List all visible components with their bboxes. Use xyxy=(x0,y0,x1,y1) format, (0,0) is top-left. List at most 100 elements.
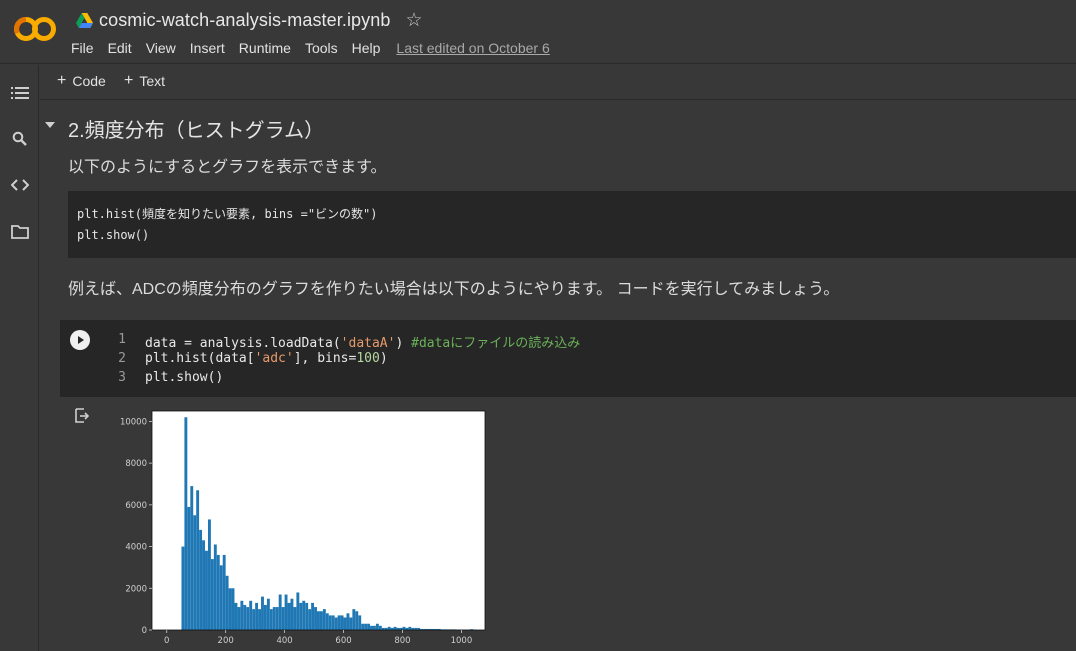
code-line-2[interactable]: plt.hist(data['adc'], bins=100) xyxy=(145,351,388,366)
histogram-bar xyxy=(210,559,214,630)
y-tick-label: 2000 xyxy=(125,584,147,594)
menu-edit[interactable]: Edit xyxy=(108,40,132,56)
line-number: 1 xyxy=(118,332,126,347)
code-number: 100 xyxy=(356,351,380,366)
code-token: ) xyxy=(379,351,388,366)
histogram-bar xyxy=(216,554,220,630)
md-code-line-2: plt.show() xyxy=(77,228,150,242)
histogram-bar xyxy=(278,594,282,630)
add-text-cell-button[interactable]: + Text xyxy=(124,72,165,90)
y-tick-label: 8000 xyxy=(125,459,147,469)
histogram-bar xyxy=(228,588,232,630)
y-tick-label: 4000 xyxy=(125,543,147,553)
histogram-bar xyxy=(261,596,264,630)
last-edited-link[interactable]: Last edited on October 6 xyxy=(396,40,549,56)
menu-tools[interactable]: Tools xyxy=(305,40,338,56)
table-of-contents-icon[interactable] xyxy=(10,83,30,103)
histogram-bar xyxy=(340,615,344,630)
menu-bar: File Edit View Insert Runtime Tools Help… xyxy=(71,39,550,57)
histogram-bar xyxy=(355,611,359,630)
code-cell[interactable]: 1 2 3 data = analysis.loadData('dataA') … xyxy=(60,320,1076,397)
histogram-bar xyxy=(408,626,412,630)
histogram-bar xyxy=(364,623,368,630)
histogram-bar xyxy=(275,607,279,630)
histogram-bar xyxy=(290,598,294,630)
code-token: plt.hist(data[ xyxy=(145,351,255,366)
y-tick-label: 10000 xyxy=(120,417,147,427)
histogram-bar xyxy=(378,625,382,630)
code-string: 'adc' xyxy=(254,351,294,366)
histogram-bar xyxy=(269,609,273,630)
histogram-bar xyxy=(202,540,205,630)
histogram-bar xyxy=(205,550,208,630)
histogram-bar xyxy=(219,565,223,630)
histogram-bar xyxy=(343,617,347,630)
histogram-bar xyxy=(258,609,261,630)
intro-text: 以下のようにするとグラフを表示できます。 xyxy=(68,159,387,176)
histogram-bar xyxy=(296,592,300,630)
code-token: data = analysis.loadData( xyxy=(145,336,341,351)
histogram-bar xyxy=(252,609,256,630)
notebook-title[interactable]: cosmic-watch-analysis-master.ipynb xyxy=(99,10,391,31)
histogram-bar xyxy=(325,613,329,630)
histogram-bar xyxy=(184,417,188,630)
histogram-bar xyxy=(193,515,197,630)
histogram-bar xyxy=(322,609,326,630)
notebook-toolbar: + Code + Text xyxy=(40,65,1076,100)
histogram-bar xyxy=(293,607,297,630)
markdown-code-block: plt.hist(頻度を知りたい要素, bins ="ビンの数") plt.sh… xyxy=(68,191,1076,258)
x-tick-label: 600 xyxy=(335,636,351,646)
histogram-chart: 0 2000 4000 6000 8000 10000 0 200 400 600 800 1000 xyxy=(120,410,486,646)
histogram-bar xyxy=(299,602,303,630)
search-icon[interactable] xyxy=(10,129,30,149)
menu-view[interactable]: View xyxy=(146,40,176,56)
histogram-bar xyxy=(387,626,391,630)
menu-help[interactable]: Help xyxy=(352,40,381,56)
histogram-bar xyxy=(213,544,217,630)
menu-file[interactable]: File xyxy=(71,40,94,56)
plus-icon: + xyxy=(57,72,67,89)
left-rail xyxy=(0,65,39,651)
code-token: ) xyxy=(395,336,412,351)
menu-runtime[interactable]: Runtime xyxy=(239,40,291,56)
histogram-bar xyxy=(272,607,276,630)
add-code-label: Code xyxy=(72,73,106,89)
code-line-3[interactable]: plt.show() xyxy=(145,370,223,385)
histogram-bar xyxy=(281,607,285,630)
histogram-bar xyxy=(243,604,247,630)
star-outline-icon[interactable]: ☆ xyxy=(406,11,423,30)
code-token: plt.show() xyxy=(145,370,224,385)
x-tick-label: 200 xyxy=(218,636,234,646)
histogram-bar xyxy=(319,611,323,630)
code-comment: #dataにファイルの読み込み xyxy=(411,336,581,351)
colab-logo[interactable] xyxy=(13,14,57,44)
histogram-bar xyxy=(370,625,373,630)
line-number: 2 xyxy=(118,351,126,366)
histogram-bar xyxy=(222,554,226,630)
code-line-1[interactable]: data = analysis.loadData('dataA') #dataに… xyxy=(145,332,580,351)
output-actions-icon[interactable] xyxy=(73,407,91,425)
menu-insert[interactable]: Insert xyxy=(190,40,225,56)
y-tick-label: 6000 xyxy=(125,501,147,511)
files-icon[interactable] xyxy=(10,221,30,241)
colab-header: cosmic-watch-analysis-master.ipynb ☆ Fil… xyxy=(0,0,1076,64)
histogram-bar xyxy=(334,617,338,630)
histogram-bar xyxy=(255,602,259,630)
histogram-bar xyxy=(367,623,371,630)
example-text: 例えば、ADCの頻度分布のグラフを作りたい場合は以下のようにやります。 コードを… xyxy=(68,281,840,298)
add-code-cell-button[interactable]: + Code xyxy=(57,72,106,90)
histogram-bar xyxy=(305,602,309,630)
code-snippets-icon[interactable] xyxy=(10,175,30,195)
histogram-bar xyxy=(375,623,379,630)
histogram-bar xyxy=(317,611,320,630)
run-cell-button[interactable] xyxy=(70,330,90,350)
histogram-bar xyxy=(187,506,191,630)
histogram-bar xyxy=(331,615,335,630)
plus-icon: + xyxy=(124,72,134,89)
histogram-bar xyxy=(402,626,406,630)
section-collapse-caret-icon[interactable] xyxy=(45,122,55,128)
x-tick-label: 800 xyxy=(394,636,410,646)
histogram-bar xyxy=(284,594,288,630)
histogram-bar xyxy=(240,600,244,630)
histogram-bar xyxy=(181,546,185,630)
